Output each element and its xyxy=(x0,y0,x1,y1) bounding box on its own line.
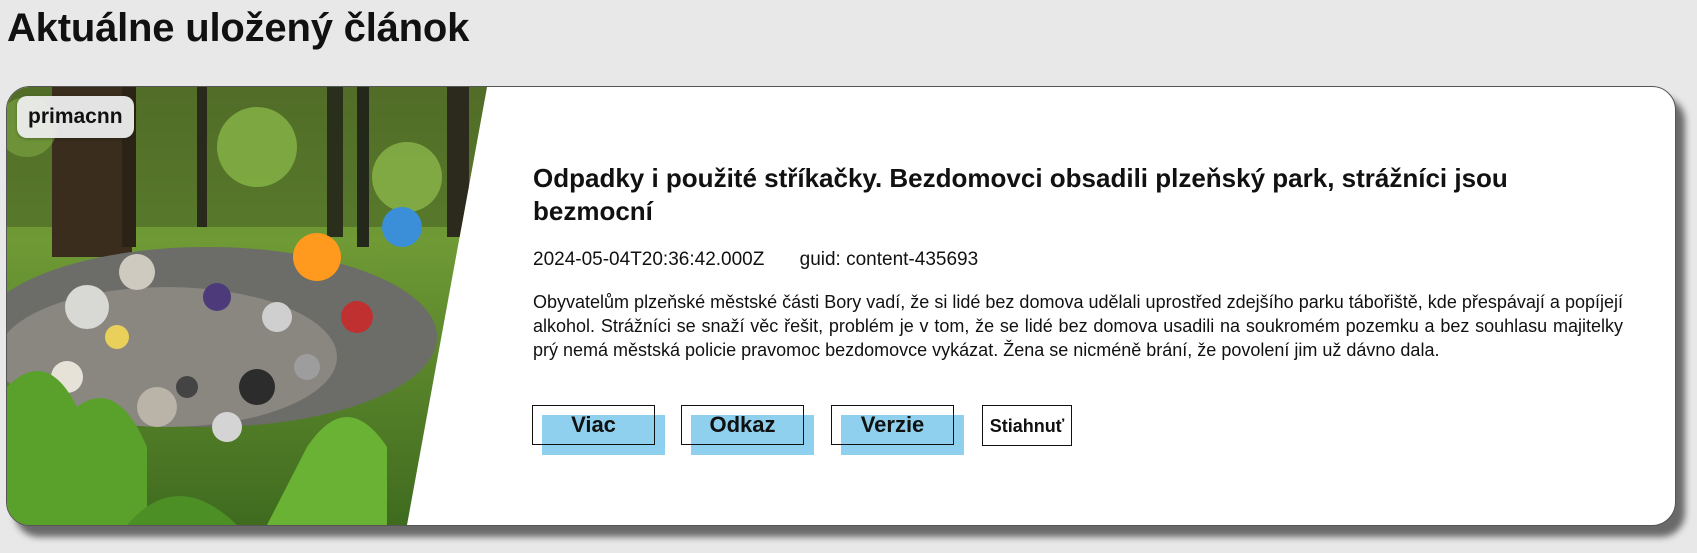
link-button-label: Odkaz xyxy=(709,412,776,437)
article-guid: guid: content-435693 xyxy=(799,249,979,270)
page-title: Aktuálne uložený článok xyxy=(7,6,470,50)
article-description: Obyvatelům plzeňské městské části Bory v… xyxy=(533,292,1623,360)
article-image[interactable]: primacnn xyxy=(7,87,487,525)
article-meta: 2024-05-04T20:36:42.000Z guid: content-4… xyxy=(533,249,978,271)
download-button[interactable]: Stiahnuť xyxy=(982,405,1072,446)
source-badge: primacnn xyxy=(17,96,134,138)
article-title: Odpadky i použité stříkačky. Bezdomovci … xyxy=(533,163,1508,226)
versions-button-label: Verzie xyxy=(860,412,925,437)
article-timestamp: 2024-05-04T20:36:42.000Z xyxy=(533,249,765,270)
article-card: primacnn Odpadky i použité stříkačky. Be… xyxy=(6,86,1676,526)
more-button-label: Viac xyxy=(571,412,616,437)
